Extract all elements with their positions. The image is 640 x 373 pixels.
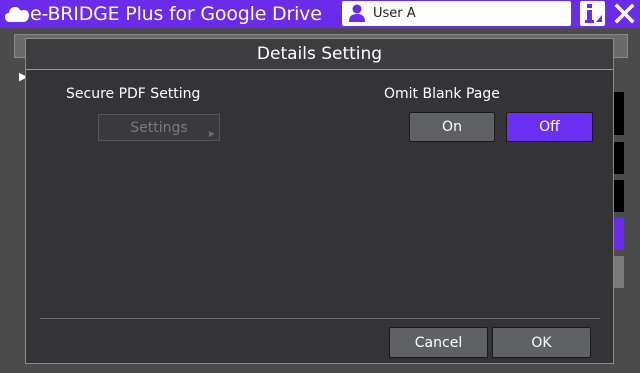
dialog-header: Details Setting [26, 39, 613, 70]
on-button-label: On [442, 119, 462, 135]
background-panel [614, 256, 624, 288]
ok-button[interactable]: OK [492, 327, 591, 358]
cloud-icon [5, 7, 29, 22]
dialog-title: Details Setting [256, 44, 383, 64]
info-button[interactable] [580, 1, 605, 26]
settings-button-label: Settings [130, 120, 188, 136]
omit-blank-page-label: Omit Blank Page [384, 86, 500, 102]
cancel-button-label: Cancel [414, 335, 463, 351]
details-setting-dialog: Details Setting Secure PDF Setting Setti… [25, 38, 614, 364]
info-icon [585, 4, 602, 23]
title-bar: e-BRIDGE Plus for Google Drive User A [0, 0, 640, 28]
ok-button-label: OK [531, 335, 552, 351]
expand-arrow-icon: ▶ [208, 129, 215, 138]
close-icon [614, 3, 635, 24]
off-button-label: Off [539, 119, 560, 135]
omit-blank-off-button[interactable]: Off [506, 112, 593, 142]
user-account-button[interactable]: User A [342, 1, 571, 26]
user-icon [349, 4, 365, 22]
background-panel [614, 92, 624, 135]
background-panel [614, 218, 624, 250]
omit-blank-on-button[interactable]: On [409, 112, 495, 142]
close-button[interactable] [612, 1, 637, 26]
background-panel [614, 180, 624, 212]
cancel-button[interactable]: Cancel [389, 327, 488, 358]
user-name: User A [373, 6, 416, 21]
background-panel [614, 142, 624, 174]
app-title: e-BRIDGE Plus for Google Drive [30, 3, 322, 25]
secure-pdf-label: Secure PDF Setting [66, 86, 201, 102]
secure-pdf-settings-button[interactable]: Settings ▶ [98, 114, 220, 141]
footer-divider [40, 318, 600, 319]
